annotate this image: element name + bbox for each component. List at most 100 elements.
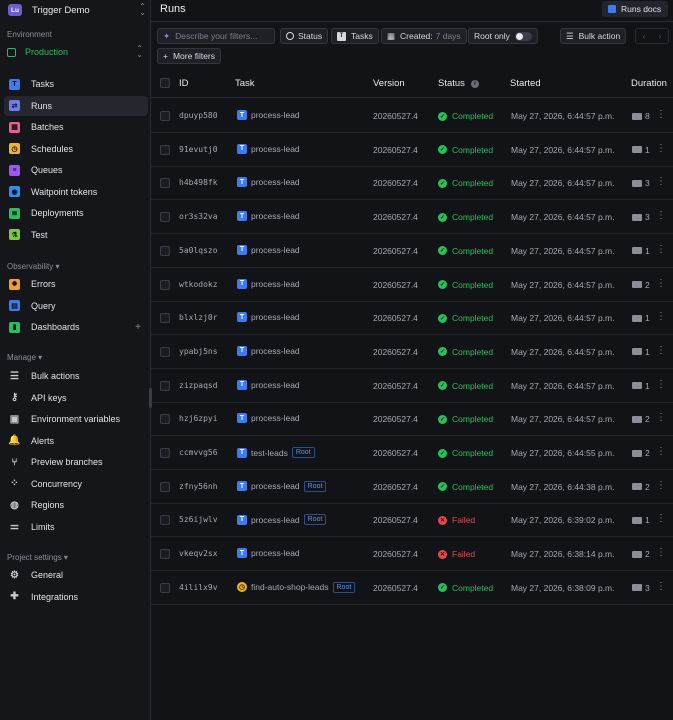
column-version[interactable]: Version	[373, 78, 405, 89]
row-checkbox[interactable]	[160, 144, 170, 155]
sidebar-item-regions[interactable]: ◍ Regions	[4, 495, 148, 515]
column-status[interactable]: Status	[438, 78, 465, 89]
row-menu-icon[interactable]: ⋮	[656, 109, 666, 120]
task-cell[interactable]: Ttest-leads Root	[237, 447, 315, 458]
table-row[interactable]: zizpaqsd Tprocess-lead 20260527.4 ✓ Complete…	[151, 369, 673, 403]
sidebar-item-api-keys[interactable]: ⚷ API keys	[4, 388, 148, 408]
table-row[interactable]: 5z6ijwlv Tprocess-lead Root 20260527.4 ✕ Fail…	[151, 503, 673, 538]
row-checkbox[interactable]	[160, 515, 170, 526]
sidebar-item-runs[interactable]: ⇄ Runs	[4, 95, 148, 116]
run-id[interactable]: 4ililx9v	[179, 583, 218, 592]
row-menu-icon[interactable]: ⋮	[656, 581, 666, 592]
row-checkbox[interactable]	[160, 549, 170, 560]
table-row[interactable]: 4ililx9v ◷ find-auto-shop-leads Root 2026052…	[151, 571, 673, 605]
table-row[interactable]: h4b498fk Tprocess-lead 20260527.4 ✓ Complete…	[151, 166, 673, 201]
tasks-filter-button[interactable]: T Tasks	[331, 28, 379, 44]
run-id[interactable]: ypabj5ns	[179, 347, 218, 356]
run-id[interactable]: vkeqv2sx	[179, 549, 218, 558]
sidebar-item-test[interactable]: ⚗ Test	[4, 225, 148, 245]
row-menu-icon[interactable]: ⋮	[656, 143, 666, 154]
sidebar-item-integrations[interactable]: ✚ Integrations	[4, 587, 148, 607]
task-cell[interactable]: Tprocess-lead	[237, 379, 300, 390]
run-id[interactable]: hzj6zpyi	[179, 414, 218, 423]
add-dashboard-icon[interactable]: +	[135, 322, 141, 333]
created-filter-button[interactable]: ▦ Created: 7 days	[381, 28, 467, 44]
row-checkbox[interactable]	[160, 245, 170, 256]
sidebar-item-deployments[interactable]: ≣ Deployments	[4, 203, 148, 223]
table-row[interactable]: or3s32va Tprocess-lead 20260527.4 ✓ Complete…	[151, 200, 673, 235]
row-checkbox[interactable]	[160, 279, 170, 290]
sidebar-item-limits[interactable]: ⚌ Limits	[4, 517, 148, 537]
sidebar-item-batches[interactable]: ▦ Batches	[4, 117, 148, 137]
run-id[interactable]: zizpaqsd	[179, 381, 218, 390]
next-page-icon[interactable]: ›	[659, 32, 662, 41]
table-row[interactable]: vkeqv2sx Tprocess-lead 20260527.4 ✕ Failed Ma…	[151, 537, 673, 572]
table-row[interactable]: 5a0lqszo Tprocess-lead 20260527.4 ✓ Complete…	[151, 234, 673, 268]
sidebar-item-errors[interactable]: ✹ Errors	[4, 274, 148, 294]
run-id[interactable]: h4b498fk	[179, 178, 218, 187]
run-id[interactable]: zfny56nh	[179, 482, 218, 491]
observability-label[interactable]: Observability ▾	[7, 262, 59, 271]
environment-selector[interactable]: Production ⌃ ⌄	[7, 44, 147, 60]
task-cell[interactable]: Tprocess-lead	[237, 143, 300, 154]
row-checkbox[interactable]	[160, 448, 170, 458]
row-checkbox[interactable]	[160, 481, 170, 492]
sidebar-item-general[interactable]: ⚙ General	[4, 565, 148, 585]
row-menu-icon[interactable]: ⋮	[656, 513, 666, 524]
row-menu-icon[interactable]: ⋮	[656, 345, 666, 356]
root-only-toggle[interactable]: Root only	[468, 28, 538, 44]
sidebar-item-environment-variables[interactable]: ▣ Environment variables	[4, 409, 148, 429]
row-menu-icon[interactable]: ⋮	[656, 547, 666, 558]
sidebar-item-bulk-actions[interactable]: ☰ Bulk actions	[4, 366, 148, 386]
table-row[interactable]: 91evutj0 Tprocess-lead 20260527.4 ✓ Complete…	[151, 133, 673, 167]
row-menu-icon[interactable]: ⋮	[656, 379, 666, 390]
task-cell[interactable]: Tprocess-lead	[237, 110, 300, 120]
task-cell[interactable]: Tprocess-lead	[237, 278, 300, 289]
table-row[interactable]: hzj6zpyi Tprocess-lead 20260527.4 ✓ Complete…	[151, 402, 673, 437]
row-checkbox[interactable]	[160, 178, 170, 189]
task-cell[interactable]: Tprocess-lead	[237, 312, 300, 323]
filter-search-input[interactable]: ✦ Describe your filters...	[157, 28, 275, 44]
task-cell[interactable]: Tprocess-lead Root	[237, 514, 327, 526]
column-started[interactable]: Started	[510, 78, 541, 89]
sidebar-item-dashboards[interactable]: ▮ Dashboards +	[4, 317, 148, 337]
column-task[interactable]: Task	[235, 78, 255, 89]
manage-label[interactable]: Manage ▾	[7, 353, 42, 362]
sidebar-item-tasks[interactable]: T Tasks	[4, 74, 148, 94]
run-id[interactable]: 91evutj0	[179, 145, 218, 154]
column-id[interactable]: ID	[179, 78, 189, 89]
project-settings-label[interactable]: Project settings ▾	[7, 553, 68, 562]
task-cell[interactable]: Tprocess-lead	[237, 244, 300, 255]
run-id[interactable]: 5a0lqszo	[179, 246, 218, 255]
info-icon[interactable]: i	[471, 80, 479, 88]
table-row[interactable]: dpuyp580 Tprocess-lead 20260527.4 ✓ Complete…	[151, 99, 673, 133]
row-checkbox[interactable]	[160, 582, 170, 593]
sidebar-item-concurrency[interactable]: ⁘ Concurrency	[4, 474, 148, 494]
task-cell[interactable]: ◷ find-auto-shop-leads Root	[237, 581, 356, 593]
task-cell[interactable]: Tprocess-lead	[237, 345, 300, 356]
sidebar-item-waitpoint-tokens[interactable]: ◉ Waitpoint tokens	[4, 182, 148, 202]
task-cell[interactable]: Tprocess-lead	[237, 413, 300, 424]
row-menu-icon[interactable]: ⋮	[656, 412, 666, 423]
row-checkbox[interactable]	[160, 346, 170, 357]
task-cell[interactable]: Tprocess-lead Root	[237, 480, 327, 492]
task-cell[interactable]: Tprocess-lead	[237, 211, 300, 222]
row-menu-icon[interactable]: ⋮	[656, 311, 666, 322]
org-switcher[interactable]: Lu Trigger Demo ⌃ ⌄	[8, 3, 148, 17]
status-filter-button[interactable]: Status	[280, 28, 329, 44]
sidebar-item-queues[interactable]: ≡ Queues	[4, 160, 148, 180]
row-menu-icon[interactable]: ⋮	[656, 176, 666, 187]
column-duration[interactable]: Duration	[631, 78, 667, 89]
table-row[interactable]: ccmvvg56 Ttest-leads Root 20260527.4 ✓ Comple…	[151, 436, 673, 470]
task-cell[interactable]: Tprocess-lead	[237, 548, 300, 559]
run-id[interactable]: blxlzj0r	[179, 313, 218, 322]
run-id[interactable]: ccmvvg56	[179, 448, 218, 457]
more-filters-button[interactable]: + More filters	[157, 48, 222, 64]
row-checkbox[interactable]	[160, 212, 170, 223]
row-checkbox[interactable]	[160, 313, 170, 324]
bulk-action-button[interactable]: ☰ Bulk action	[560, 28, 627, 44]
table-row[interactable]: zfny56nh Tprocess-lead Root 20260527.4 ✓ Comp…	[151, 470, 673, 504]
toggle-switch[interactable]	[514, 31, 532, 41]
run-id[interactable]: dpuyp580	[179, 111, 218, 120]
row-checkbox[interactable]	[160, 414, 170, 425]
